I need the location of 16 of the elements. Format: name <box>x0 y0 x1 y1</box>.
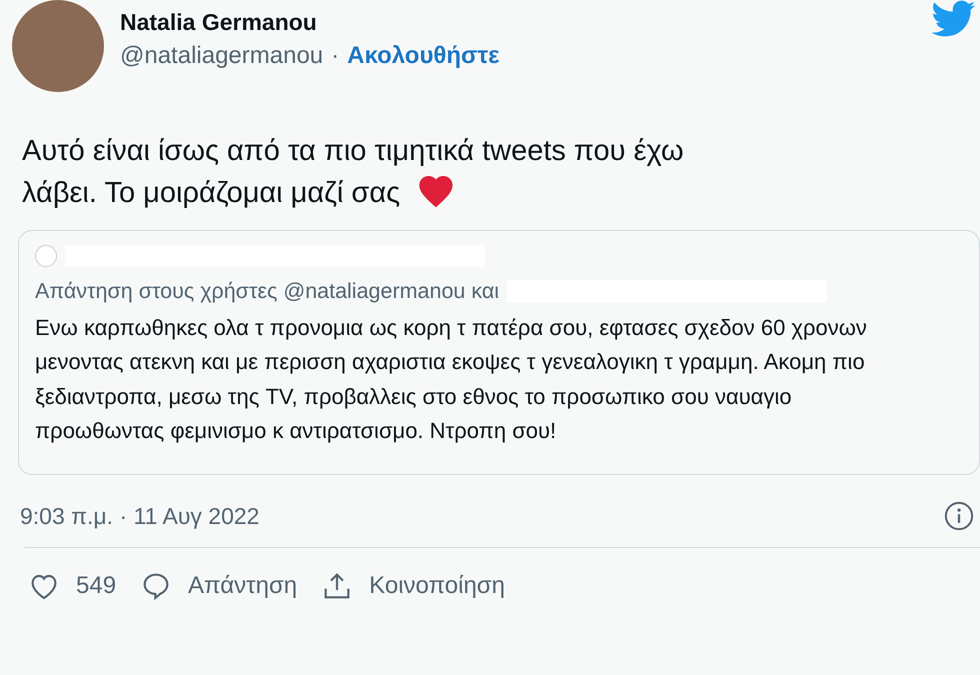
author-name[interactable]: Natalia Germanou <box>120 8 500 38</box>
action-like-button[interactable]: 549 <box>28 568 116 604</box>
tweet-text: Αυτό είναι ίσως από τα πιο τιμητικά tweets που έχω <box>22 134 684 169</box>
quoted-tweet-card[interactable] <box>18 230 980 475</box>
author-handle[interactable]: @nataliagermanou <box>120 38 324 74</box>
reply-context: Απάντηση στους χρήστες @nataliagermanou και <box>35 278 500 306</box>
quoted-text: Ενω καρπωθηκες ολα τ προνομια ως κορη τ πατέρα σου, εφτασες σχεδον 60 χρονων μενοντας ατεκνη και με περισση αχαριστια εκοψες τ γενεαλογικη τ γραμμη. Ακομη πιο ξεδιαντροπα, μεσω της TV, προβαλλεις στο εθνος το προσωπικο σου ναυαγιο προωθωντας φεμινισμο κ αντιρατσισμο. Ντροπη σου! <box>35 314 868 445</box>
action-share-button[interactable]: Κοινοποίηση <box>321 568 505 604</box>
info-icon[interactable] <box>944 500 974 531</box>
timestamp[interactable]: 9:03 π.μ. · 11 Αυγ 2022 <box>20 498 260 534</box>
follow-link[interactable]: Ακολουθήστε <box>347 38 500 74</box>
separator: · <box>331 40 340 71</box>
action-reply-button[interactable]: Απάντηση <box>140 568 298 604</box>
tweet-text: λάβει. Το μοιράζομαι μαζί σας <box>22 176 400 212</box>
avatar-icon <box>35 245 57 268</box>
bird-icon <box>932 0 976 38</box>
